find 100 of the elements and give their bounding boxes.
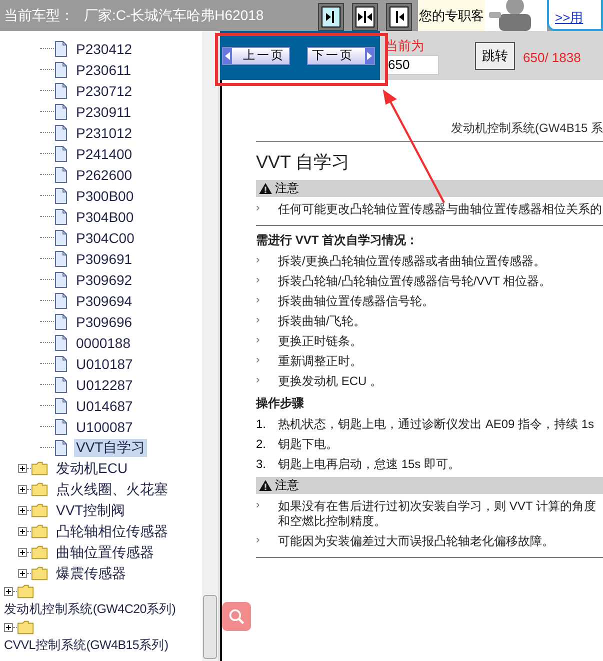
tree-item[interactable]: P230911 — [74, 104, 134, 120]
expand-toggle[interactable] — [18, 506, 27, 515]
tree-item[interactable]: U100087 — [74, 418, 135, 434]
bullet-text: 拆装/更换凸轮轴位置传感器或者曲轴位置传感器。 — [278, 254, 546, 269]
running-head: 发动机控制系统(GW4B15 系 — [256, 120, 603, 142]
page-icon — [54, 418, 68, 434]
page-icon — [54, 250, 68, 266]
page-icon — [54, 440, 68, 456]
tree-item[interactable]: U012287 — [74, 376, 135, 392]
search-icon — [228, 608, 246, 626]
tree-item[interactable]: P309691 — [74, 250, 134, 266]
bullet-text: 如果没有在售后进行过初次安装自学习，则 VVT 计算的角度 — [278, 499, 596, 514]
warning-icon — [259, 480, 272, 491]
dock-left-icon[interactable] — [386, 3, 412, 31]
bullet-text: 重新调整正时。 — [278, 354, 362, 369]
folder-label[interactable]: 发动机控制系统(GW4C20系列) — [4, 599, 202, 620]
note-label: 注意 — [275, 477, 299, 494]
folder-icon — [17, 620, 34, 635]
folder-icon — [31, 524, 48, 539]
folder-label[interactable]: CVVL控制系统(GW4B15系列) — [4, 635, 202, 656]
tree-item[interactable]: P300B00 — [74, 188, 136, 204]
previous-page-button[interactable]: 上一页 — [222, 46, 290, 64]
bullet-text: 拆装曲轴/飞轮。 — [278, 314, 366, 329]
document-title: VVT 自学习 — [256, 151, 351, 174]
page-icon — [54, 124, 68, 140]
bullet-text: 任何可能更改凸轮轴位置传感器与曲轴位置传感器相位关系的 — [278, 202, 602, 217]
bullet-text: 更换发动机 ECU 。 — [278, 374, 382, 389]
tree-item[interactable]: P231012 — [74, 124, 134, 140]
folder-icon — [31, 503, 48, 518]
expand-toggle[interactable] — [4, 587, 13, 596]
expand-toggle[interactable] — [18, 548, 27, 557]
scrollbar[interactable] — [202, 31, 218, 661]
tree-item[interactable]: P304B00 — [74, 208, 136, 224]
page-position: 650/ 1838 — [523, 50, 581, 65]
vehicle-label: 当前车型： — [4, 6, 74, 24]
bullet-mark: › — [256, 294, 261, 306]
tree-item[interactable]: P309694 — [74, 292, 134, 308]
folder-icon — [31, 545, 48, 560]
tree-item[interactable]: P230611 — [74, 62, 134, 78]
page-icon — [54, 398, 68, 414]
folder-label[interactable]: 曲轴位置传感器 — [54, 544, 156, 562]
tree-item[interactable]: U010187 — [74, 356, 135, 372]
tree-item[interactable]: P304C00 — [74, 230, 136, 246]
expand-toggle[interactable] — [18, 569, 27, 578]
tree-item[interactable]: 0000188 — [74, 334, 133, 350]
step-text: 钥匙上电再启动，怠速 15s 即可。 — [278, 457, 460, 472]
tree-item[interactable]: U014687 — [74, 398, 135, 414]
vehicle-name: 厂家:C-长城汽车哈弗H62018 — [84, 6, 264, 24]
warning-icon — [259, 183, 272, 194]
bullet-mark: › — [256, 202, 261, 214]
bullet-mark: › — [256, 499, 261, 511]
bullet-text: 拆装曲轴位置传感器信号轮。 — [278, 294, 434, 309]
step-text: 钥匙下电。 — [278, 437, 338, 452]
next-page-button[interactable]: 下一页 — [307, 46, 375, 64]
folder-label[interactable]: 发动机ECU — [54, 460, 130, 478]
bullet-mark: › — [256, 534, 261, 546]
folder-label[interactable]: VVT控制阀 — [54, 502, 128, 520]
folder-label[interactable]: 爆震传感器 — [54, 564, 128, 582]
split-icon[interactable] — [352, 3, 378, 31]
folder-label[interactable]: 凸轮轴相位传感器 — [54, 522, 170, 540]
support-text: 您的专职客 — [418, 0, 485, 31]
page-icon — [54, 40, 68, 56]
dock-right-icon[interactable] — [318, 3, 344, 31]
tree-item[interactable]: P230412 — [74, 40, 134, 56]
step-number: 3. — [256, 457, 268, 471]
bullet-mark: › — [256, 274, 261, 286]
section-heading: 操作步骤 — [256, 395, 305, 412]
expand-toggle[interactable] — [18, 485, 27, 494]
scrollbar-thumb[interactable] — [203, 595, 217, 659]
note-label: 注意 — [275, 180, 299, 197]
folder-icon — [31, 461, 48, 476]
page-icon — [54, 82, 68, 98]
tree-item[interactable]: P241400 — [74, 146, 134, 162]
folder-label[interactable]: 点火线圈、火花塞 — [54, 480, 170, 498]
jump-button[interactable]: 跳转 — [475, 42, 515, 70]
page-icon — [54, 146, 68, 162]
page-icon — [54, 376, 68, 392]
tree-item[interactable]: VVT自学习 — [74, 438, 148, 456]
step-number: 1. — [256, 417, 268, 431]
bullet-text: 可能因为安装偏差过大而误报凸轮轴老化偏移故障。 — [278, 534, 554, 549]
help-link[interactable]: >>用 — [555, 9, 584, 27]
tree-item[interactable]: P309692 — [74, 272, 134, 288]
expand-toggle[interactable] — [18, 464, 27, 473]
expand-toggle[interactable] — [4, 623, 13, 632]
step-number: 2. — [256, 437, 268, 451]
bullet-mark: › — [256, 354, 261, 366]
page-icon — [54, 208, 68, 224]
bullet-mark: › — [256, 314, 261, 326]
bullet-mark: › — [256, 374, 261, 386]
folder-icon — [31, 482, 48, 497]
tree-item[interactable]: P230712 — [74, 82, 134, 98]
tree-item[interactable]: P262600 — [74, 166, 134, 182]
folder-icon — [17, 584, 34, 599]
bullet-text: 更换正时链条。 — [278, 334, 362, 349]
bullet-text: 拆装凸轮轴/凸轮轴位置传感器信号轮/VVT 相位器。 — [278, 274, 552, 289]
page-input[interactable]: 650 — [385, 54, 439, 74]
page-icon — [54, 314, 68, 330]
tree-item[interactable]: P309696 — [74, 314, 134, 330]
expand-toggle[interactable] — [18, 527, 27, 536]
section-heading: 需进行 VVT 首次自学习情况： — [256, 232, 420, 249]
